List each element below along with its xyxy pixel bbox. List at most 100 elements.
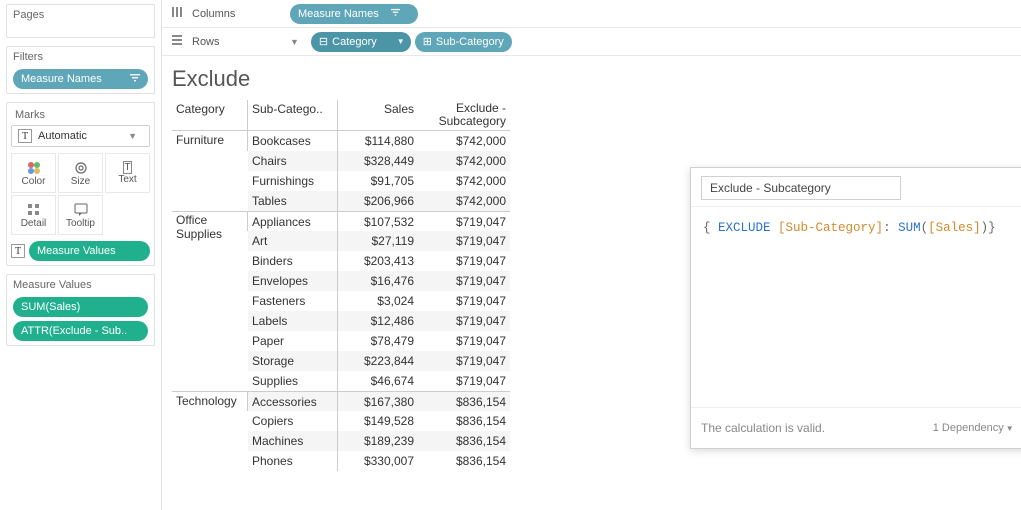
marks-empty-cell: [105, 195, 150, 235]
col-header-sales[interactable]: Sales: [338, 100, 418, 131]
rows-pill-category[interactable]: ⊟ Category ▼: [311, 32, 411, 52]
category-cell: Furniture: [172, 131, 248, 151]
columns-pill-measure-names[interactable]: Measure Names: [290, 4, 418, 24]
marks-size-label: Size: [71, 176, 90, 187]
col-header-exclude-l2: Subcategory: [439, 115, 506, 128]
calc-status: The calculation is valid.: [701, 421, 925, 435]
rows-shelf[interactable]: Rows ▼ ⊟ Category ▼ ⊞ Sub-Category: [162, 28, 1021, 56]
category-l1: Office: [176, 214, 222, 227]
col-header-category[interactable]: Category: [172, 100, 248, 131]
pill-label: Measure Names: [298, 8, 379, 20]
tok-paren-close: ): [981, 221, 989, 235]
subcat-cell: Phones: [248, 451, 338, 471]
pages-title: Pages: [13, 9, 148, 21]
plus-icon: ⊞: [423, 35, 432, 48]
marks-detail-button[interactable]: Detail: [11, 195, 56, 235]
tok-open: {: [703, 221, 718, 235]
marks-type-select[interactable]: T Automatic ▼: [11, 125, 150, 147]
pill-label: Measure Values: [37, 245, 116, 257]
color-icon: [26, 160, 42, 176]
mv-pill-attr-exclude[interactable]: ATTR(Exclude - Sub..: [13, 321, 148, 341]
mv-pill-sum-sales[interactable]: SUM(Sales): [13, 297, 148, 317]
filters-shelf[interactable]: Filters Measure Names: [6, 46, 155, 94]
exclude-cell: $836,154: [418, 391, 510, 411]
marks-size-button[interactable]: Size: [58, 153, 103, 193]
exclude-cell: $719,047: [418, 251, 510, 271]
calc-name-input[interactable]: Exclude - Subcategory: [701, 176, 901, 200]
tok-field: [Sub-Category]: [778, 221, 883, 235]
rows-label: Rows: [192, 36, 284, 48]
text-type-icon: T: [18, 129, 32, 143]
tooltip-icon: [73, 202, 89, 218]
exclude-cell: $836,154: [418, 431, 510, 451]
marks-text-button[interactable]: T Text: [105, 153, 150, 193]
category-l2: Supplies: [176, 228, 222, 241]
minus-icon: ⊟: [319, 35, 328, 48]
exclude-cell: $719,047: [418, 291, 510, 311]
exclude-cell: $836,154: [418, 451, 510, 471]
pages-shelf[interactable]: Pages: [6, 4, 155, 38]
sales-cell: $107,532: [338, 211, 418, 231]
sales-cell: $12,486: [338, 311, 418, 331]
rows-pill-subcategory[interactable]: ⊞ Sub-Category: [415, 32, 512, 52]
sales-cell: $3,024: [338, 291, 418, 311]
chevron-down-icon[interactable]: ▼: [290, 37, 299, 47]
col-header-exclude[interactable]: Exclude - Subcategory: [418, 100, 510, 131]
marks-type-label: Automatic: [38, 130, 87, 142]
marks-color-button[interactable]: Color: [11, 153, 56, 193]
category-cell: Office Supplies: [172, 211, 248, 231]
tok-colon: :: [883, 221, 898, 235]
calc-dependencies-dropdown[interactable]: 1 Dependency ▼: [933, 422, 1014, 434]
filter-pill-measure-names[interactable]: Measure Names: [13, 69, 148, 89]
exclude-cell: $719,047: [418, 271, 510, 291]
calc-dep-label: 1 Dependency: [933, 422, 1004, 434]
filter-icon: [130, 73, 140, 86]
subcat-cell: Paper: [248, 331, 338, 351]
sales-cell: $203,413: [338, 251, 418, 271]
columns-shelf[interactable]: Columns Measure Names: [162, 0, 1021, 28]
col-header-subcategory[interactable]: Sub-Catego..: [248, 100, 338, 131]
subcat-cell: Accessories: [248, 391, 338, 411]
exclude-cell: $742,000: [418, 171, 510, 191]
rows-icon: [168, 34, 186, 49]
calc-name-value: Exclude - Subcategory: [710, 181, 831, 195]
marks-tooltip-button[interactable]: Tooltip: [58, 195, 103, 235]
marks-tooltip-label: Tooltip: [66, 218, 95, 229]
subcat-cell: Tables: [248, 191, 338, 211]
sales-cell: $223,844: [338, 351, 418, 371]
detail-icon: [26, 202, 42, 218]
sales-cell: $78,479: [338, 331, 418, 351]
marks-pill-measure-values[interactable]: Measure Values: [29, 241, 150, 261]
text-icon: T: [11, 244, 25, 258]
subcat-cell: Supplies: [248, 371, 338, 391]
tok-close: }: [988, 221, 996, 235]
sales-cell: $114,880: [338, 131, 418, 151]
chevron-down-icon: ▼: [128, 131, 137, 141]
pill-label: Measure Names: [21, 73, 102, 85]
measure-values-title: Measure Values: [13, 279, 148, 291]
exclude-cell: $719,047: [418, 331, 510, 351]
sales-cell: $189,239: [338, 431, 418, 451]
text-icon: T: [123, 161, 131, 174]
measure-values-shelf: Measure Values SUM(Sales) ATTR(Exclude -…: [6, 274, 155, 346]
filters-title: Filters: [13, 51, 148, 63]
columns-icon: [168, 6, 186, 21]
exclude-cell: $719,047: [418, 371, 510, 391]
subcat-cell: Art: [248, 231, 338, 251]
calculation-editor: Exclude - Subcategory ✕ { EXCLUDE [Sub-C…: [690, 167, 1021, 449]
subcat-cell: Furnishings: [248, 171, 338, 191]
sales-cell: $46,674: [338, 371, 418, 391]
marks-title: Marks: [11, 107, 150, 125]
exclude-cell: $742,000: [418, 131, 510, 151]
calc-formula-editor[interactable]: { EXCLUDE [Sub-Category]: SUM([Sales])} …: [691, 206, 1021, 407]
subcat-cell: Fasteners: [248, 291, 338, 311]
pill-label: SUM(Sales): [21, 301, 80, 313]
subcat-cell: Bookcases: [248, 131, 338, 151]
pill-label: ATTR(Exclude - Sub..: [21, 325, 127, 337]
sales-cell: $206,966: [338, 191, 418, 211]
subcat-cell: Machines: [248, 431, 338, 451]
category-cell: Technology: [172, 391, 248, 411]
pill-label: Category: [332, 36, 377, 48]
tok-keyword: EXCLUDE: [718, 221, 778, 235]
subcat-cell: Binders: [248, 251, 338, 271]
